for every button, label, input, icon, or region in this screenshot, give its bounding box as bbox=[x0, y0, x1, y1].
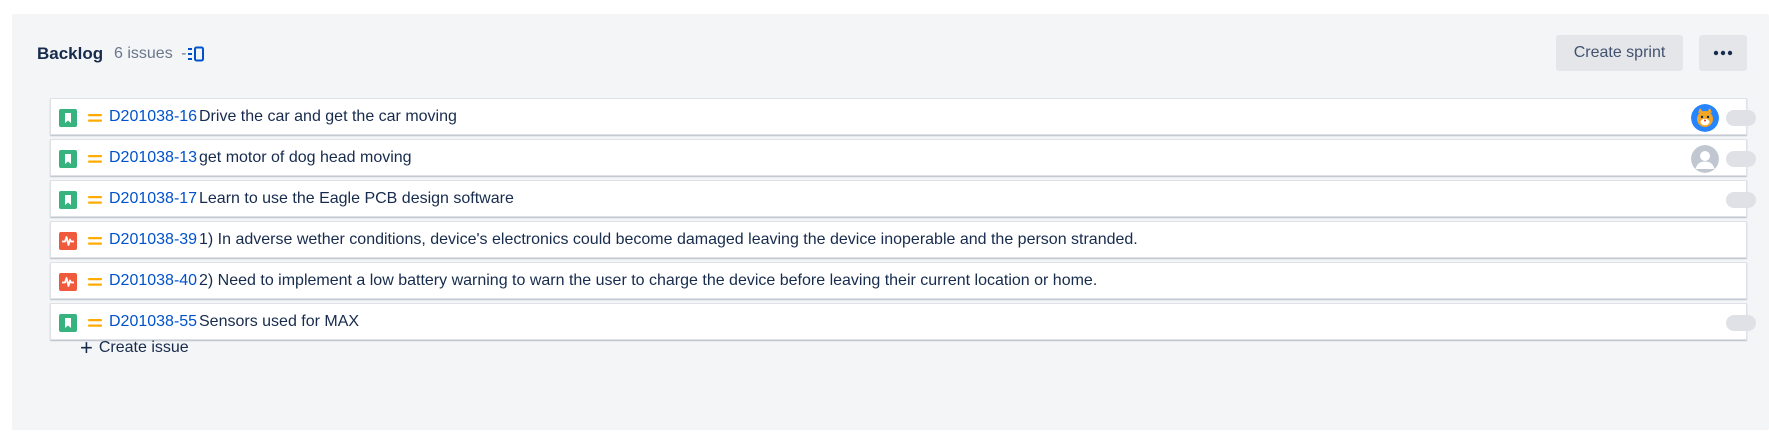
story-points-badge[interactable] bbox=[1726, 192, 1756, 208]
bug-icon bbox=[59, 232, 77, 250]
issue-key-link[interactable]: D201038-55 bbox=[109, 313, 197, 331]
issue-key-link[interactable]: D201038-40 bbox=[109, 272, 197, 290]
plus-icon: + bbox=[80, 335, 93, 360]
issue-count-separator: - bbox=[181, 45, 187, 62]
issue-summary: Learn to use the Eagle PCB design softwa… bbox=[199, 190, 514, 207]
assignee-avatar[interactable] bbox=[1691, 104, 1719, 132]
priority-medium-icon bbox=[87, 234, 103, 246]
story-points-badge[interactable] bbox=[1726, 315, 1756, 331]
priority-medium-icon bbox=[87, 111, 103, 123]
more-horizontal-icon bbox=[1713, 50, 1733, 56]
priority-medium-icon bbox=[87, 193, 103, 205]
priority-medium-icon bbox=[87, 275, 103, 287]
board-view-icon[interactable] bbox=[188, 46, 206, 62]
backlog-header: Backlog 6 issues - Create sprint bbox=[12, 14, 1769, 90]
backlog-panel: Backlog 6 issues - Create sprint D201038… bbox=[12, 14, 1769, 430]
issue-count: 6 issues - bbox=[114, 45, 186, 63]
issue-row[interactable]: D201038-40 2) Need to implement a low ba… bbox=[50, 262, 1747, 299]
cat-avatar-icon bbox=[1691, 104, 1719, 132]
backlog-title: Backlog bbox=[37, 44, 104, 63]
create-issue-button[interactable]: + Create issue bbox=[80, 335, 189, 360]
assignee-avatar[interactable] bbox=[1691, 145, 1719, 173]
issue-row[interactable]: D201038-39 1) In adverse wether conditio… bbox=[50, 221, 1747, 258]
issue-key-link[interactable]: D201038-16 bbox=[109, 108, 197, 126]
create-issue-label: Create issue bbox=[98, 339, 189, 356]
issue-key-link[interactable]: D201038-39 bbox=[109, 231, 197, 249]
issue-count-text: 6 issues bbox=[114, 45, 173, 62]
story-points-badge[interactable] bbox=[1726, 151, 1756, 167]
story-points-badge[interactable] bbox=[1726, 110, 1756, 126]
issue-summary: get motor of dog head moving bbox=[199, 149, 412, 166]
issue-summary: Sensors used for MAX bbox=[199, 313, 360, 330]
issue-summary: 1) In adverse wether conditions, device'… bbox=[199, 231, 1138, 248]
priority-medium-icon bbox=[87, 152, 103, 164]
issue-row[interactable]: D201038-17 Learn to use the Eagle PCB de… bbox=[50, 180, 1756, 217]
issue-key-link[interactable]: D201038-13 bbox=[109, 149, 197, 167]
issue-summary: 2) Need to implement a low battery warni… bbox=[199, 272, 1098, 289]
story-icon bbox=[59, 314, 77, 332]
story-icon bbox=[59, 150, 77, 168]
default-avatar-icon bbox=[1691, 145, 1719, 173]
issue-key-link[interactable]: D201038-17 bbox=[109, 190, 197, 208]
issue-row[interactable]: D201038-16 Drive the car and get the car… bbox=[50, 98, 1756, 135]
issue-row[interactable]: D201038-55 Sensors used for MAX bbox=[50, 303, 1756, 340]
issue-summary: Drive the car and get the car moving bbox=[199, 108, 457, 125]
story-icon bbox=[59, 191, 77, 209]
create-sprint-button[interactable]: Create sprint bbox=[1556, 35, 1683, 71]
more-actions-button[interactable] bbox=[1699, 35, 1747, 71]
priority-medium-icon bbox=[87, 316, 103, 328]
issue-row[interactable]: D201038-13 get motor of dog head moving bbox=[50, 139, 1756, 176]
bug-icon bbox=[59, 273, 77, 291]
issue-list: D201038-16 Drive the car and get the car… bbox=[50, 98, 1756, 344]
story-icon bbox=[59, 109, 77, 127]
